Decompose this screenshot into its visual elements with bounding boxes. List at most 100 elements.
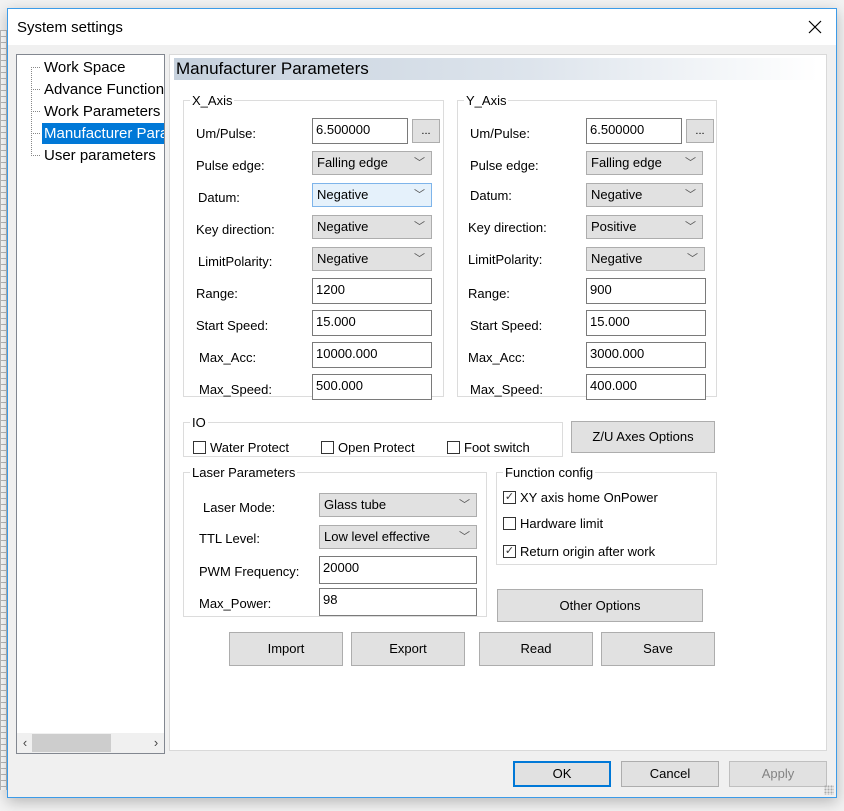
y-key-direction-value: Positive	[591, 219, 637, 234]
zu-axes-options-button[interactable]: Z/U Axes Options	[571, 421, 715, 453]
return-origin-checkbox[interactable]: ✓ Return origin after work	[503, 544, 655, 559]
water-protect-label: Water Protect	[210, 440, 289, 455]
tree-connector	[31, 89, 40, 90]
io-group: IO Water Protect Open Protect Foot switc…	[183, 415, 563, 457]
tree-item-advance-functions[interactable]: Advance Functions	[42, 79, 164, 100]
y-max-speed-input[interactable]: 400.000	[586, 374, 706, 400]
y-datum-value: Negative	[591, 187, 643, 202]
chevron-down-icon: ﹀	[685, 157, 696, 169]
y-limit-polarity-select[interactable]: Negative ﹀	[586, 247, 705, 271]
x-key-direction-value: Negative	[317, 219, 369, 234]
x-max-speed-label: Max_Speed:	[199, 382, 272, 397]
panel-title: Manufacturer Parameters	[174, 58, 818, 80]
x-max-acc-input[interactable]: 10000.000	[312, 342, 432, 368]
title-bar: System settings	[8, 9, 836, 45]
max-power-input[interactable]: 98	[319, 588, 477, 616]
manufacturer-parameters-panel: Manufacturer Parameters X_Axis Um/Pulse:…	[169, 54, 827, 751]
chevron-down-icon: ﹀	[414, 189, 425, 201]
tree-connector	[31, 155, 40, 156]
ok-button[interactable]: OK	[513, 761, 611, 787]
chevron-down-icon: ﹀	[459, 531, 470, 543]
chevron-down-icon: ﹀	[459, 499, 470, 511]
system-settings-dialog: System settings Work Space Advance Funct…	[7, 8, 837, 798]
y-um-pulse-input[interactable]: 6.500000	[586, 118, 682, 144]
import-button[interactable]: Import	[229, 632, 343, 666]
other-options-button[interactable]: Other Options	[497, 589, 703, 622]
checkbox-box	[447, 441, 460, 454]
io-legend: IO	[192, 415, 206, 430]
x-limit-polarity-select[interactable]: Negative ﹀	[312, 247, 432, 271]
x-pulse-edge-select[interactable]: Falling edge ﹀	[312, 151, 432, 175]
pwm-frequency-input[interactable]: 20000	[319, 556, 477, 584]
y-key-direction-select[interactable]: Positive ﹀	[586, 215, 703, 239]
y-range-input[interactable]: 900	[586, 278, 706, 304]
check-icon: ✓	[503, 491, 516, 504]
tree-connector	[31, 133, 40, 134]
tree-item-manufacturer-parameters[interactable]: Manufacturer Parameters	[42, 123, 164, 144]
x-range-input[interactable]: 1200	[312, 278, 432, 304]
x-um-pulse-browse-button[interactable]: ...	[412, 119, 440, 143]
scroll-left-icon[interactable]: ‹	[18, 735, 32, 751]
x-datum-select[interactable]: Negative ﹀	[312, 183, 432, 207]
x-start-speed-label: Start Speed:	[196, 318, 269, 333]
y-start-speed-label: Start Speed:	[470, 318, 543, 333]
close-button[interactable]	[800, 13, 830, 41]
y-um-pulse-browse-button[interactable]: ...	[686, 119, 714, 143]
checkbox-box	[321, 441, 334, 454]
x-axis-legend: X_Axis	[192, 93, 233, 108]
tree-item-work-parameters[interactable]: Work Parameters	[42, 101, 162, 122]
check-icon: ✓	[503, 545, 516, 558]
y-max-acc-input[interactable]: 3000.000	[586, 342, 706, 368]
tree-item-work-space[interactable]: Work Space	[42, 57, 127, 78]
water-protect-checkbox[interactable]: Water Protect	[193, 440, 289, 455]
laser-mode-select[interactable]: Glass tube ﹀	[319, 493, 477, 517]
function-config-legend: Function config	[505, 465, 594, 480]
x-pulse-edge-value: Falling edge	[317, 155, 388, 170]
x-limit-polarity-label: LimitPolarity:	[198, 254, 273, 269]
scrollbar-thumb[interactable]	[32, 734, 111, 752]
y-max-speed-label: Max_Speed:	[470, 382, 543, 397]
foot-switch-checkbox[interactable]: Foot switch	[447, 440, 530, 455]
y-pulse-edge-select[interactable]: Falling edge ﹀	[586, 151, 703, 175]
laser-parameters-group: Laser Parameters Laser Mode: Glass tube …	[183, 465, 487, 617]
save-button[interactable]: Save	[601, 632, 715, 666]
resize-grip-icon[interactable]	[824, 785, 834, 795]
scroll-right-icon[interactable]: ›	[149, 735, 163, 751]
laser-parameters-legend: Laser Parameters	[192, 465, 296, 480]
x-datum-value: Negative	[317, 187, 369, 202]
tree-item-user-parameters[interactable]: User parameters	[42, 145, 158, 166]
chevron-down-icon: ﹀	[685, 221, 696, 233]
checkbox-box	[193, 441, 206, 454]
close-x-icon	[808, 20, 822, 34]
ttl-level-value: Low level effective	[324, 529, 430, 544]
tree-horizontal-scrollbar[interactable]: ‹ ›	[17, 733, 164, 753]
function-config-group: Function config ✓ XY axis home OnPower H…	[496, 465, 717, 565]
ttl-level-select[interactable]: Low level effective ﹀	[319, 525, 477, 549]
x-start-speed-input[interactable]: 15.000	[312, 310, 432, 336]
apply-button[interactable]: Apply	[729, 761, 827, 787]
x-um-pulse-input[interactable]: 6.500000	[312, 118, 408, 144]
ttl-level-label: TTL Level:	[199, 531, 260, 546]
x-range-label: Range:	[196, 286, 238, 301]
x-max-speed-input[interactable]: 500.000	[312, 374, 432, 400]
y-datum-select[interactable]: Negative ﹀	[586, 183, 703, 207]
xy-home-on-power-checkbox[interactable]: ✓ XY axis home OnPower	[503, 490, 658, 505]
y-start-speed-input[interactable]: 15.000	[586, 310, 706, 336]
read-button[interactable]: Read	[479, 632, 593, 666]
laser-mode-value: Glass tube	[324, 497, 387, 512]
cancel-button[interactable]: Cancel	[621, 761, 719, 787]
y-pulse-edge-label: Pulse edge:	[470, 158, 539, 173]
chevron-down-icon: ﹀	[414, 221, 425, 233]
open-protect-checkbox[interactable]: Open Protect	[321, 440, 415, 455]
y-limit-polarity-label: LimitPolarity:	[468, 252, 543, 267]
export-button[interactable]: Export	[351, 632, 465, 666]
y-max-acc-label: Max_Acc:	[468, 350, 526, 365]
y-um-pulse-label: Um/Pulse:	[470, 126, 530, 141]
hardware-limit-checkbox[interactable]: Hardware limit	[503, 516, 603, 531]
settings-tree: Work Space Advance Functions Work Parame…	[16, 54, 165, 754]
tree-connector	[31, 111, 40, 112]
y-axis-legend: Y_Axis	[466, 93, 507, 108]
return-origin-label: Return origin after work	[520, 544, 656, 559]
x-key-direction-select[interactable]: Negative ﹀	[312, 215, 432, 239]
pwm-frequency-label: PWM Frequency:	[199, 564, 300, 579]
